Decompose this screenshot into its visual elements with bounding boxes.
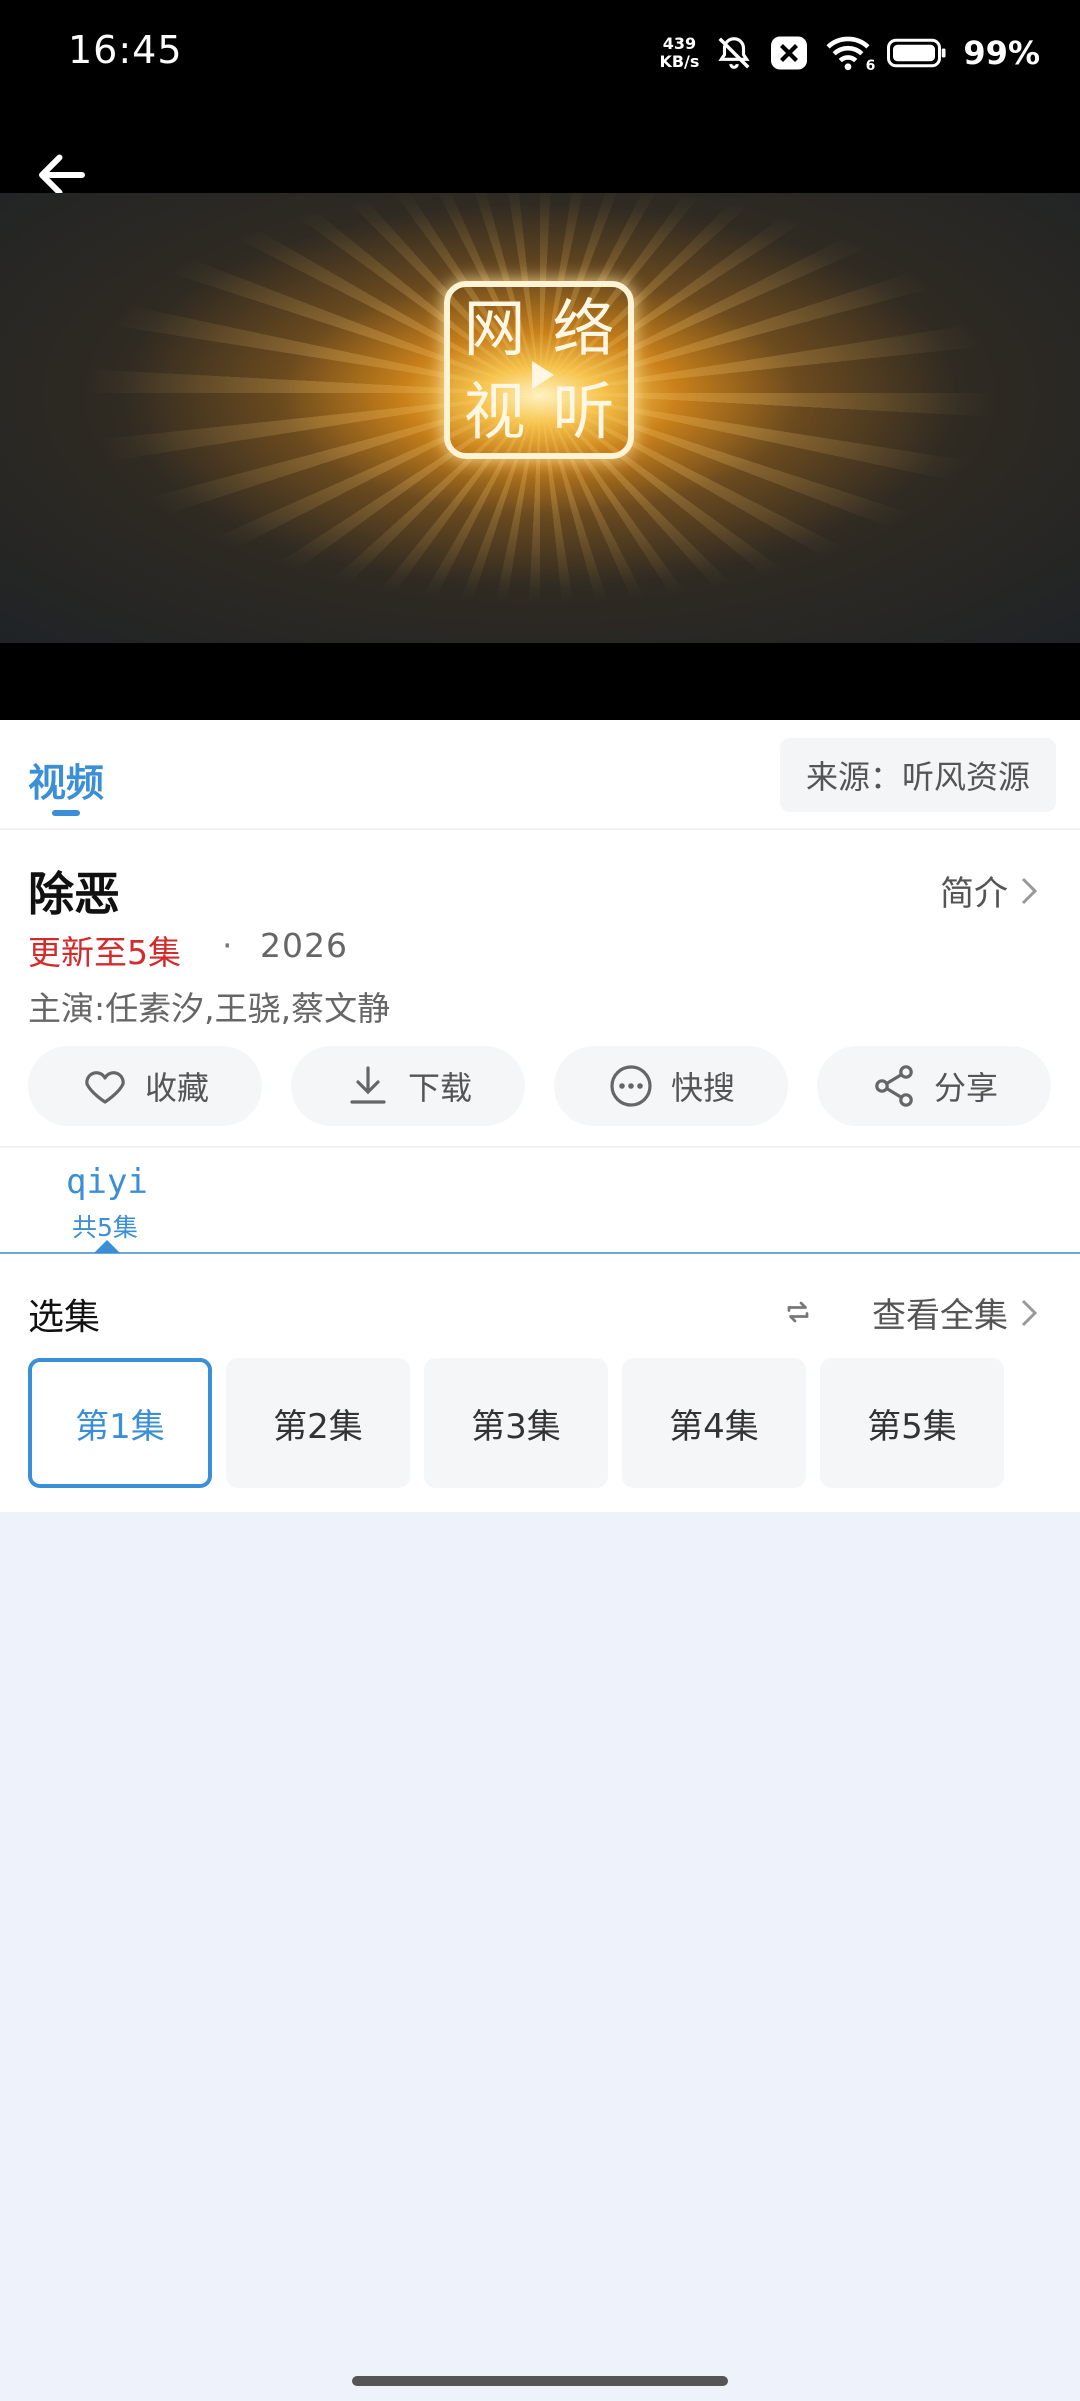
battery-icon (887, 38, 946, 68)
line-episode-count: 共5集 (72, 1213, 138, 1242)
battery-percent: 99% (963, 34, 1040, 72)
network-speed-value: 439 (662, 34, 697, 53)
tab-indicator (52, 810, 80, 816)
quick-search-label: 快搜 (670, 1069, 735, 1107)
network-speed: 439 KB/s (659, 35, 699, 71)
line-selected-indicator (94, 1240, 120, 1253)
logo-play-icon (532, 361, 554, 389)
status-icons: 439 KB/s 6 99% (659, 28, 1040, 78)
channel-logo: 网 络 视 听 (444, 281, 634, 459)
wifi-badge: 6 (865, 58, 876, 74)
episode-label: 第4集 (669, 1406, 759, 1447)
favorite-button[interactable]: 收藏 (28, 1046, 262, 1126)
download-icon (350, 1066, 386, 1104)
view-all-episodes-link[interactable]: 查看全集 (872, 1288, 1040, 1337)
share-icon (875, 1065, 913, 1107)
episode-label: 第5集 (867, 1406, 957, 1447)
tab-video[interactable]: 视频 (28, 752, 104, 807)
meta-row: 更新至5集 · 2026 (0, 920, 1080, 980)
line-tabs: qiyi 共5集 (0, 1148, 1080, 1254)
download-button[interactable]: 下载 (291, 1046, 525, 1126)
logo-char: 视 (463, 374, 526, 448)
status-bar: 16:45 439 KB/s 6 99% (0, 0, 1080, 105)
release-year: 2026 (260, 926, 348, 965)
quick-search-button[interactable]: 快搜 (554, 1046, 788, 1126)
video-player[interactable]: 网 络 视 听 (0, 105, 1080, 720)
wifi-icon: 6 (825, 34, 875, 74)
episode-item-5[interactable]: 第5集 (820, 1358, 1004, 1488)
download-label: 下载 (407, 1069, 472, 1107)
show-title: 除恶 (28, 867, 120, 921)
cast-list: 主演:任素汐,王骁,蔡文静 (28, 989, 391, 1028)
episode-header: 选集 查看全集 (0, 1254, 1080, 1358)
sort-toggle-icon[interactable] (780, 1294, 816, 1330)
detail-panel: 视频 来源：听风资源 除恶 简介 更新至5集 · 2026 主演:任素汐,王骁,… (0, 720, 1080, 1512)
episode-item-4[interactable]: 第4集 (622, 1358, 806, 1488)
episode-label: 第2集 (273, 1406, 363, 1447)
chevron-right-icon (1021, 1299, 1038, 1326)
close-box-icon (771, 36, 808, 70)
episode-list: 第1集 第2集 第3集 第4集 第5集 (0, 1358, 1080, 1512)
share-button[interactable]: 分享 (817, 1046, 1051, 1126)
episode-section-title: 选集 (28, 1297, 101, 1338)
empty-content-area (0, 1542, 1080, 2401)
meta-separator: · (222, 926, 233, 965)
content-tabs: 视频 来源：听风资源 (0, 720, 1080, 830)
line-name: qiyi (66, 1162, 148, 1202)
favorite-label: 收藏 (144, 1069, 209, 1107)
title-row: 除恶 简介 (0, 830, 1080, 921)
logo-char: 络 (552, 291, 615, 365)
intro-label: 简介 (940, 874, 1008, 914)
action-bar: 收藏 下载 快搜 分享 (0, 1036, 1080, 1148)
cast-row: 主演:任素汐,王骁,蔡文静 (0, 980, 1080, 1036)
episode-label: 第1集 (75, 1406, 165, 1447)
episode-item-2[interactable]: 第2集 (226, 1358, 410, 1488)
logo-char: 网 (463, 291, 526, 365)
more-dots-icon (610, 1065, 652, 1107)
bell-muted-icon (718, 37, 751, 69)
episode-item-1[interactable]: 第1集 (28, 1358, 212, 1488)
episode-label: 第3集 (471, 1406, 561, 1447)
gesture-home-bar[interactable] (352, 2376, 728, 2386)
status-time: 16:45 (68, 28, 183, 72)
view-all-label: 查看全集 (872, 1296, 1008, 1336)
source-selector[interactable]: 来源：听风资源 (779, 738, 1056, 812)
logo-char: 听 (552, 374, 615, 448)
network-speed-unit: KB/s (659, 52, 700, 71)
chevron-right-icon (1021, 877, 1038, 904)
share-label: 分享 (933, 1069, 998, 1107)
episode-item-3[interactable]: 第3集 (424, 1358, 608, 1488)
heart-icon (85, 1071, 125, 1104)
source-label: 来源：听风资源 (805, 758, 1030, 796)
video-frame[interactable]: 网 络 视 听 (0, 193, 1080, 643)
update-status: 更新至5集 (28, 933, 181, 972)
intro-link[interactable]: 简介 (940, 866, 1040, 915)
